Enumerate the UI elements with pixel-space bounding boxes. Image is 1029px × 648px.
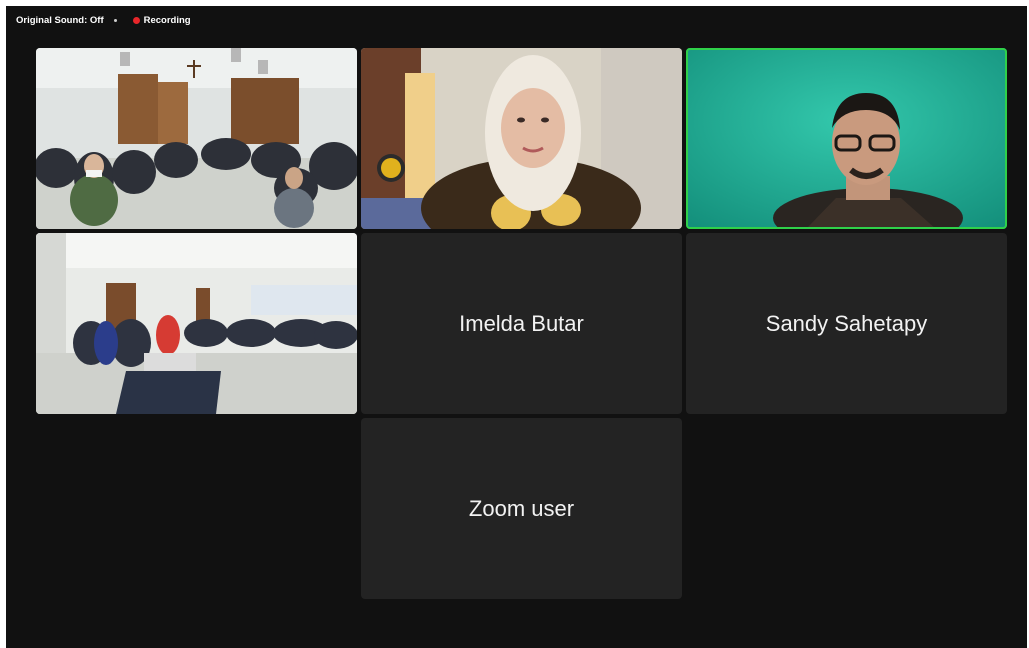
recording-dot-icon	[132, 16, 140, 24]
participant-name: Imelda Butar	[459, 310, 584, 336]
classroom-video-feed	[36, 48, 357, 229]
participant-name: Sandy Sahetapy	[765, 310, 928, 336]
original-sound-status[interactable]: Original Sound: Off	[16, 15, 104, 26]
video-tile-woman[interactable]	[361, 48, 682, 229]
woman-video-feed	[361, 48, 682, 229]
participant-tile-zoom-user[interactable]: Zoom user	[361, 418, 682, 599]
video-tile-active-speaker[interactable]	[686, 48, 1007, 229]
participant-tile-sandy[interactable]: Sandy Sahetapy	[686, 233, 1007, 414]
video-tile-hall[interactable]	[36, 233, 357, 414]
recording-indicator[interactable]: Recording	[144, 15, 191, 26]
hall-video-feed	[36, 233, 357, 414]
video-tile-classroom[interactable]	[36, 48, 357, 229]
man-video-feed	[686, 48, 1007, 229]
participant-name: Zoom user	[468, 495, 575, 521]
participant-tile-imelda[interactable]: Imelda Butar	[361, 233, 682, 414]
separator-dot-icon	[113, 18, 117, 22]
meeting-window: Original Sound: Off Recording Imelda But…	[6, 6, 1027, 648]
meeting-status-bar: Original Sound: Off Recording	[16, 13, 191, 27]
